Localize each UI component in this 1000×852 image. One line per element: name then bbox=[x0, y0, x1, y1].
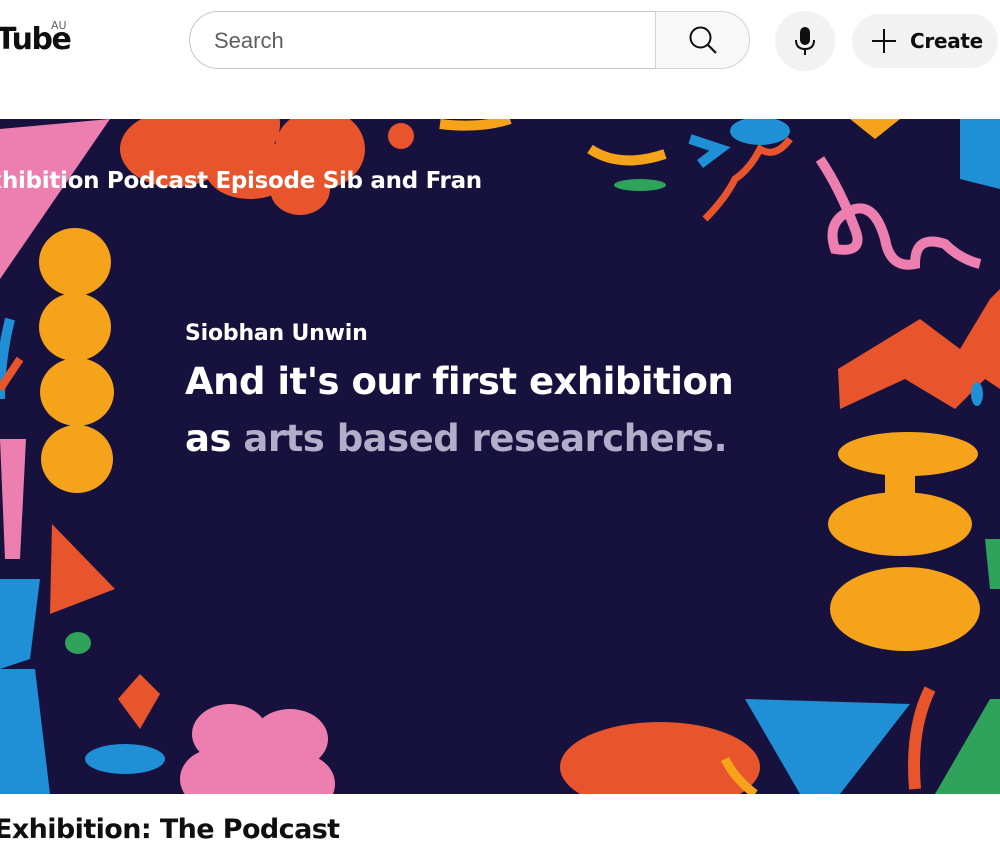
region-badge: AU bbox=[51, 19, 67, 32]
caption-line-2: as arts based researchers. bbox=[185, 417, 728, 460]
search-button[interactable] bbox=[655, 11, 750, 69]
voice-search-button[interactable] bbox=[775, 11, 835, 71]
search-icon bbox=[689, 26, 717, 54]
video-overlay-title: Exhibition Podcast Episode Sib and Fran bbox=[0, 168, 482, 194]
caption-line-2-plain: as bbox=[185, 417, 232, 460]
create-button-label: Create bbox=[910, 29, 983, 53]
microphone-icon bbox=[795, 27, 815, 55]
search-input[interactable] bbox=[212, 12, 636, 70]
top-bar: Tube AU Create bbox=[0, 0, 1000, 84]
caption-line-2-muted: arts based researchers. bbox=[243, 417, 728, 460]
search-box[interactable] bbox=[189, 11, 655, 70]
video-title: Exhibition: The Podcast bbox=[0, 814, 340, 845]
caption-speaker: Siobhan Unwin bbox=[185, 321, 368, 346]
plus-icon bbox=[872, 29, 896, 53]
caption-line-1: And it's our first exhibition bbox=[185, 360, 734, 403]
create-button[interactable]: Create bbox=[852, 14, 998, 68]
video-player[interactable]: Exhibition Podcast Episode Sib and Fran … bbox=[0, 119, 1000, 794]
